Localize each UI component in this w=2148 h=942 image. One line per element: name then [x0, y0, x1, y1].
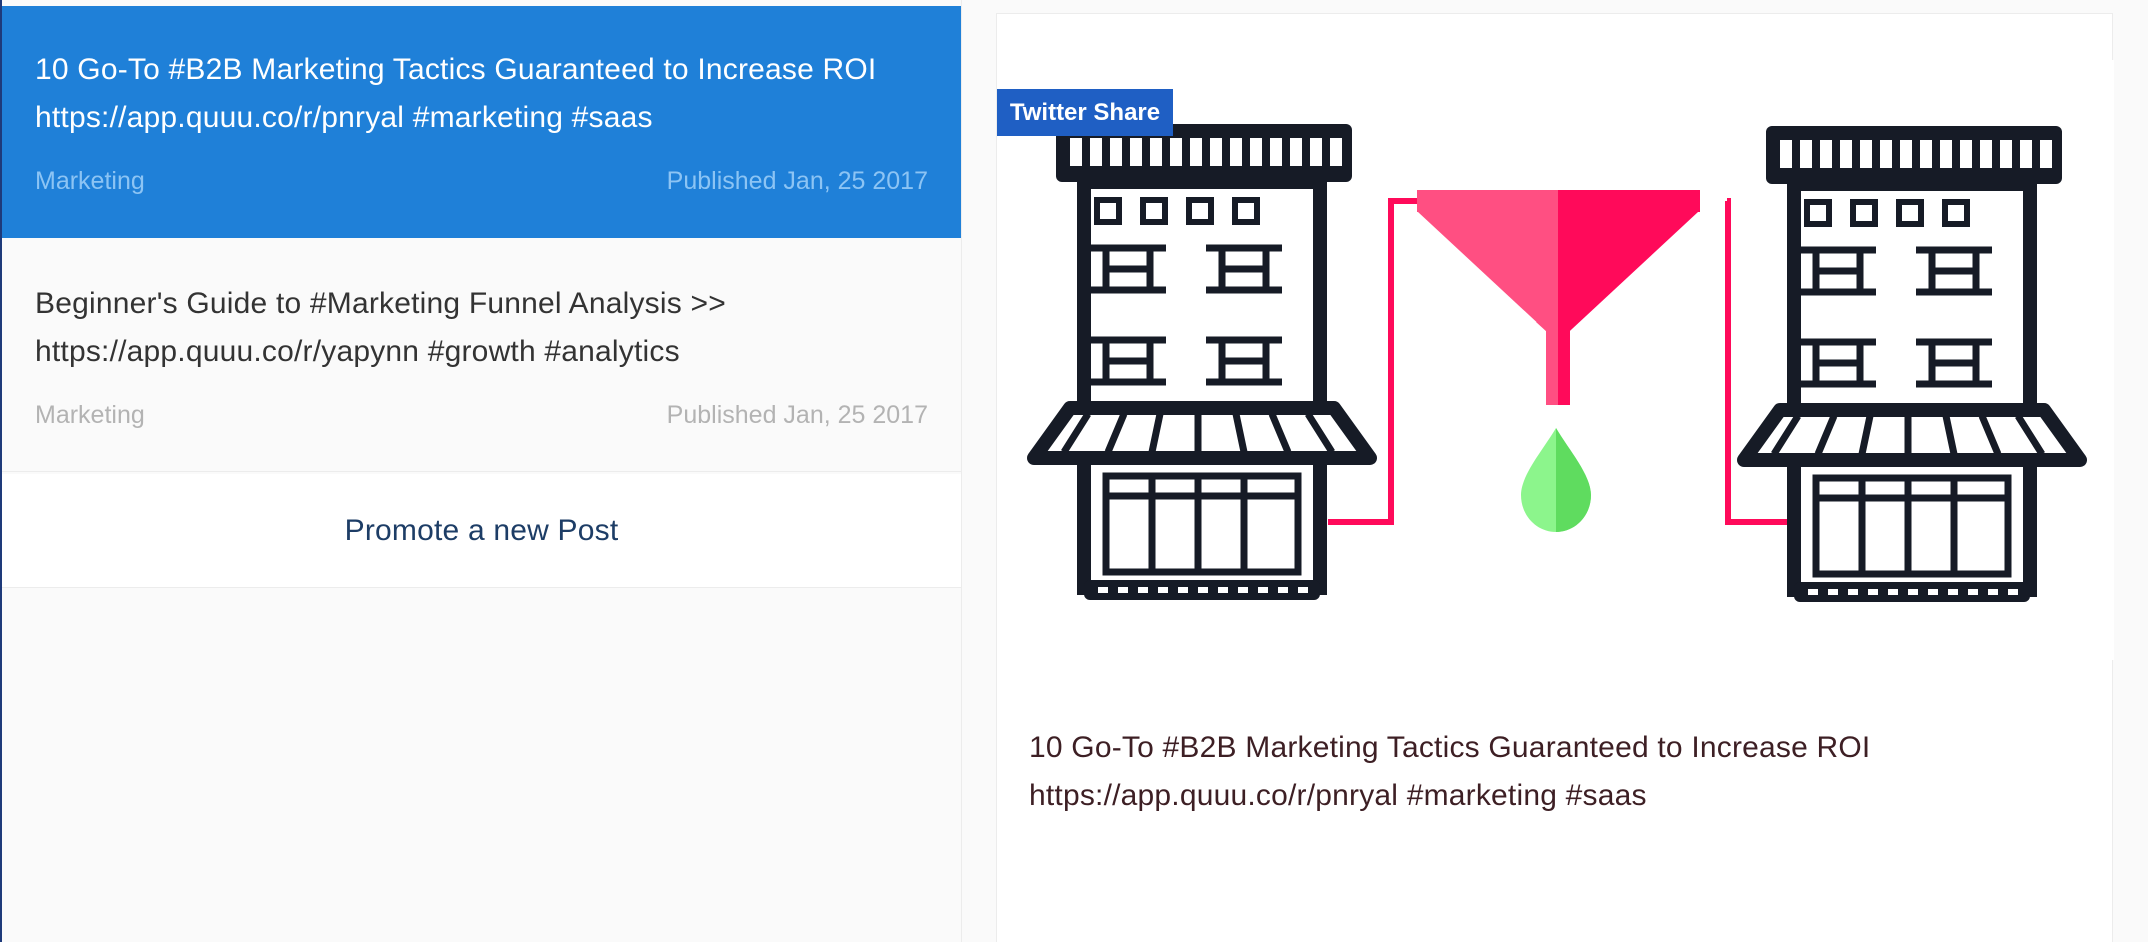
post-list-item[interactable]: Beginner's Guide to #Marketing Funnel An…: [2, 240, 961, 472]
post-category: Marketing: [35, 401, 145, 429]
post-preview-image: [998, 60, 2114, 660]
post-published-date: Published Jan, 25 2017: [666, 401, 928, 429]
post-category: Marketing: [35, 167, 145, 195]
post-meta: Marketing Published Jan, 25 2017: [35, 166, 928, 196]
promote-new-post-link[interactable]: Promote a new Post: [345, 514, 619, 548]
promote-row: Promote a new Post: [2, 474, 961, 588]
post-text: 10 Go-To #B2B Marketing Tactics Guarante…: [35, 53, 877, 134]
post-published-date: Published Jan, 25 2017: [666, 167, 928, 195]
marketing-funnel-illustration-icon: [1027, 60, 2114, 660]
post-text: Beginner's Guide to #Marketing Funnel An…: [35, 287, 726, 368]
twitter-share-badge: Twitter Share: [997, 89, 1173, 136]
preview-post-text: 10 Go-To #B2B Marketing Tactics Guarante…: [1029, 731, 1871, 812]
post-meta: Marketing Published Jan, 25 2017: [35, 400, 928, 430]
post-list-item-selected[interactable]: 10 Go-To #B2B Marketing Tactics Guarante…: [2, 6, 961, 238]
